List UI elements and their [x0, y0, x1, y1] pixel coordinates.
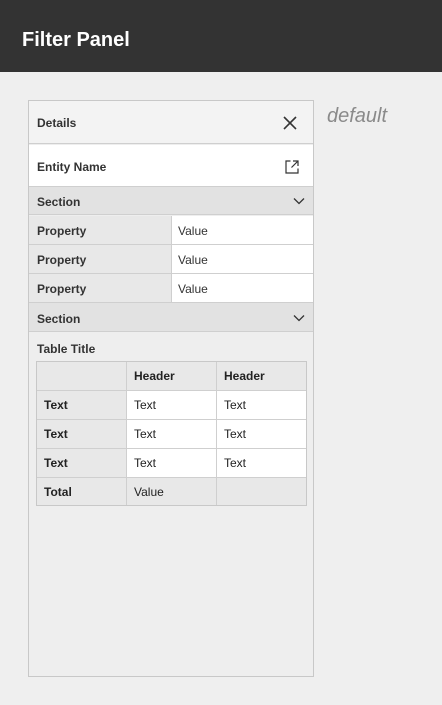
property-row: Property Value [29, 274, 313, 303]
property-key-cell: Property [29, 245, 172, 273]
table-header-text: Header [224, 369, 265, 383]
open-entity-button[interactable] [284, 159, 300, 175]
table-cell-text: Text [44, 456, 68, 470]
table-header-cell: Header [217, 362, 306, 391]
section-label: Section [37, 195, 81, 209]
table-cell-text: Text [224, 398, 247, 412]
table-total-empty [217, 478, 306, 505]
table-header-text: Header [134, 369, 175, 383]
table-row-label: Text [37, 391, 127, 420]
entity-name: Entity Name [37, 160, 107, 174]
property-row: Property Value [29, 245, 313, 274]
table-cell-text: Text [44, 427, 68, 441]
app-header: Filter Panel [0, 0, 442, 72]
table-title: Table Title [37, 342, 96, 356]
table-cell-text: Total [44, 485, 72, 499]
table-cell: Text [217, 391, 306, 420]
state-label: default [327, 105, 388, 127]
table-cell-text: Text [224, 427, 247, 441]
close-icon [283, 116, 297, 130]
table-cell: Text [127, 391, 217, 420]
property-value: Value [178, 224, 208, 238]
table-cell-text: Text [134, 398, 157, 412]
panel-title: Details [37, 116, 77, 130]
table-header-cell [37, 362, 127, 391]
section-header[interactable]: Section [29, 303, 313, 332]
details-panel: Details Entity Name Section Property Val… [28, 100, 314, 677]
data-table: Header Header Text Text Text Text Text T… [36, 361, 307, 506]
table-total-value: Value [127, 478, 217, 505]
property-key-cell: Property [29, 216, 172, 244]
app-title: Filter Panel [22, 29, 130, 51]
entity-row: Entity Name [29, 145, 313, 187]
property-key: Property [37, 224, 87, 238]
table-cell-text: Text [224, 456, 247, 470]
table-row-label: Text [37, 420, 127, 449]
property-key-cell: Property [29, 274, 172, 302]
table-total-label: Total [37, 478, 127, 505]
table-cell-text: Text [134, 456, 157, 470]
chevron-down-icon [293, 198, 305, 205]
table-cell: Text [127, 420, 217, 449]
table-cell-text: Text [44, 398, 68, 412]
table-cell: Text [217, 420, 306, 449]
table-row-label: Text [37, 449, 127, 478]
property-key: Property [37, 253, 87, 267]
section-header[interactable]: Section [29, 187, 313, 215]
external-link-icon [285, 160, 299, 174]
table-cell-text: Value [134, 485, 164, 499]
table-header-cell: Header [127, 362, 217, 391]
close-button[interactable] [281, 114, 299, 132]
section-label: Section [37, 312, 81, 326]
table-cell-text: Text [134, 427, 157, 441]
property-key: Property [37, 282, 87, 296]
table-cell: Text [217, 449, 306, 478]
property-row: Property Value [29, 216, 313, 245]
table-cell: Text [127, 449, 217, 478]
property-value: Value [178, 282, 208, 296]
property-value: Value [178, 253, 208, 267]
panel-header: Details [29, 101, 313, 144]
chevron-down-icon [293, 315, 305, 322]
